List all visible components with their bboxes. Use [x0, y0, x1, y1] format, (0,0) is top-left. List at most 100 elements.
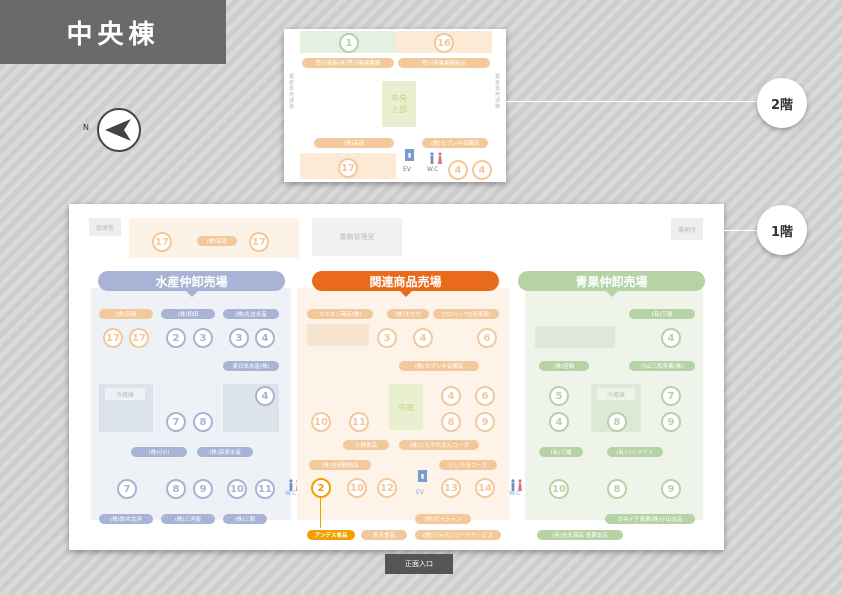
floor2-tenant-tag[interactable]: 荒川青果業務組合	[398, 58, 490, 68]
produce-stall-number[interactable]: 4	[661, 328, 681, 348]
related-stall-number[interactable]: 10	[311, 412, 331, 432]
office: 事務所	[671, 218, 703, 240]
fish-section-header: 水産仲卸売場	[98, 271, 285, 297]
related-stall-number[interactable]: 6	[475, 386, 495, 406]
related-tenant-tag[interactable]: (株)すかや	[387, 309, 429, 319]
fish-cold-storage: 冷蔵庫	[105, 388, 145, 400]
produce-tenant-tag[interactable]: (有)三橋	[539, 447, 583, 457]
produce-tenant-tag[interactable]: (有)ベジメイト	[607, 447, 663, 457]
compass-icon	[96, 107, 142, 153]
fish-stall-number[interactable]: 2	[166, 328, 186, 348]
fish-stall-number[interactable]: 7	[117, 479, 137, 499]
produce-tenant-tag[interactable]: (株)宮崎	[539, 361, 589, 371]
fish-stall-number[interactable]: 17	[129, 328, 149, 348]
highlight-leader-line	[320, 498, 321, 528]
produce-stall-number[interactable]: 4	[549, 412, 569, 432]
fish-tenant-tag[interactable]: (株)荻原水産	[197, 447, 253, 457]
fish-stall-number[interactable]: 17	[103, 328, 123, 348]
floor1-tenant-tag[interactable]: (株)高原	[197, 236, 237, 246]
building-title: 中央棟	[0, 0, 226, 64]
related-tenant-tag[interactable]: 青木食品	[361, 530, 407, 540]
related-tenant-tag[interactable]: 小野食品	[343, 440, 389, 450]
floor1-leader-line	[724, 230, 758, 231]
produce-stall-number[interactable]: 7	[661, 386, 681, 406]
fish-stall-number[interactable]: 11	[255, 479, 275, 499]
floor2-right-corridor-label: 業者専用通路	[495, 74, 501, 110]
related-tenant-tag[interactable]: (株)ともやれなんコープ	[399, 440, 479, 450]
related-stall-number[interactable]: 10	[347, 478, 367, 498]
floor1-map: 倉庫室 17 (株)高原 17 業務管理室 事務所 水産仲卸売場 (株)高岡 (…	[69, 204, 724, 550]
produce-stall-number[interactable]: 5	[549, 386, 569, 406]
related-stall-number[interactable]: 12	[377, 478, 397, 498]
fish-stall-number[interactable]: 9	[193, 479, 213, 499]
related-stall-number[interactable]: 4	[413, 328, 433, 348]
related-stall-number[interactable]: 6	[477, 328, 497, 348]
fish-stall-number[interactable]: 8	[193, 412, 213, 432]
floor2-tenant-tag[interactable]: 荒川商事(株)荒川業務書籍	[302, 58, 394, 68]
fish-stall-number[interactable]: 10	[227, 479, 247, 499]
related-tenant-tag[interactable]: (株)セブンネ名購店	[399, 361, 479, 371]
floor1-stall-number[interactable]: 17	[152, 232, 172, 252]
elevator-icon: ▮	[418, 470, 427, 482]
floor1-label: 1階	[757, 205, 807, 255]
floor2-wc-label: W.C	[427, 166, 439, 173]
related-tenant-tag[interactable]: (株)ボイシャン	[415, 514, 471, 524]
produce-stall-number[interactable]: 10	[549, 479, 569, 499]
related-tenant-tag[interactable]: いしやまフーズ	[439, 460, 497, 470]
produce-cold-storage: 冷蔵庫	[597, 388, 635, 400]
highlighted-stall-number[interactable]: 2	[311, 478, 331, 498]
produce-stall-number[interactable]: 8	[607, 479, 627, 499]
floor2-label: 2階	[757, 78, 807, 128]
produce-tenant-tag[interactable]: 小山三和青果(株)	[629, 361, 695, 371]
related-stall-number[interactable]: 11	[349, 412, 369, 432]
floor1-wc-label-right: W.C	[509, 490, 521, 497]
floor1-wc-label-left: W.C	[285, 490, 297, 497]
related-stall-number[interactable]: 9	[475, 412, 495, 432]
floor2-stall-number[interactable]: 17	[338, 158, 358, 178]
fish-tenant-tag[interactable]: 東日本水産(株)	[223, 361, 279, 371]
fish-tenant-tag[interactable]: (株)丸吉水産	[223, 309, 279, 319]
fish-stall-number[interactable]: 4	[255, 386, 275, 406]
related-stall-number[interactable]: 4	[441, 386, 461, 406]
produce-section-title: 青果仲卸売場	[575, 274, 648, 289]
fish-stall-number[interactable]: 7	[166, 412, 186, 432]
fish-tenant-tag[interactable]: (株)三和	[223, 514, 267, 524]
related-tenant-tag[interactable]: クロバックJ(青果部)	[433, 309, 499, 319]
produce-tenant-tag[interactable]: (有)丸久商店 青果支店	[537, 530, 623, 540]
floor2-stall-number[interactable]: 16	[434, 33, 454, 53]
restroom-icon	[509, 476, 525, 491]
related-stall-number[interactable]: 3	[377, 328, 397, 348]
produce-tenant-tag[interactable]: (有)三陽	[629, 309, 695, 319]
fish-stall-number[interactable]: 3	[229, 328, 249, 348]
related-stall-number[interactable]: 8	[441, 412, 461, 432]
floor2-tenant-tag[interactable]: (株)セブンネ名購店	[422, 138, 488, 148]
fish-stall-number[interactable]: 8	[166, 479, 186, 499]
fish-tenant-tag[interactable]: (株)小川	[131, 447, 187, 457]
fish-tenant-tag[interactable]: (株)高岡	[99, 309, 153, 319]
fish-stall-number[interactable]: 4	[255, 328, 275, 348]
floor2-ev-label: EV	[403, 166, 411, 173]
produce-stall-number[interactable]: 9	[661, 412, 681, 432]
floor1-stall-number[interactable]: 17	[249, 232, 269, 252]
floor2-leader-line	[506, 101, 758, 102]
related-tenant-tag[interactable]: (株)ジャパンフードサービス	[415, 530, 501, 540]
produce-stall-number[interactable]: 9	[661, 479, 681, 499]
related-stall-number[interactable]: 13	[441, 478, 461, 498]
main-entrance-label: 正面入口	[385, 554, 453, 574]
produce-tenant-tag[interactable]: カネイチ青果(株)小山支店	[605, 514, 695, 524]
floor1-ev-label: EV	[416, 489, 424, 496]
floor2-stall-number[interactable]: 1	[339, 33, 359, 53]
fish-tenant-tag[interactable]: (株)和田	[161, 309, 215, 319]
fish-tenant-tag[interactable]: (株)鈴木北洋	[99, 514, 153, 524]
floor2-stall-number[interactable]: 4	[472, 160, 492, 180]
related-tenant-tag[interactable]: (株)吉田精肉店	[309, 460, 371, 470]
fish-stall-number[interactable]: 3	[193, 328, 213, 348]
fish-tenant-tag[interactable]: (株)三河屋	[161, 514, 215, 524]
produce-stall-number[interactable]: 8	[607, 412, 627, 432]
related-stall-number[interactable]: 14	[475, 478, 495, 498]
floor2-stall-number[interactable]: 4	[448, 160, 468, 180]
restroom-icon	[428, 149, 446, 164]
highlighted-tenant-tag[interactable]: アンデス食品	[307, 530, 355, 540]
related-tenant-tag[interactable]: マルスン商店(株)	[307, 309, 373, 319]
floor2-tenant-tag[interactable]: (株)高原	[314, 138, 394, 148]
